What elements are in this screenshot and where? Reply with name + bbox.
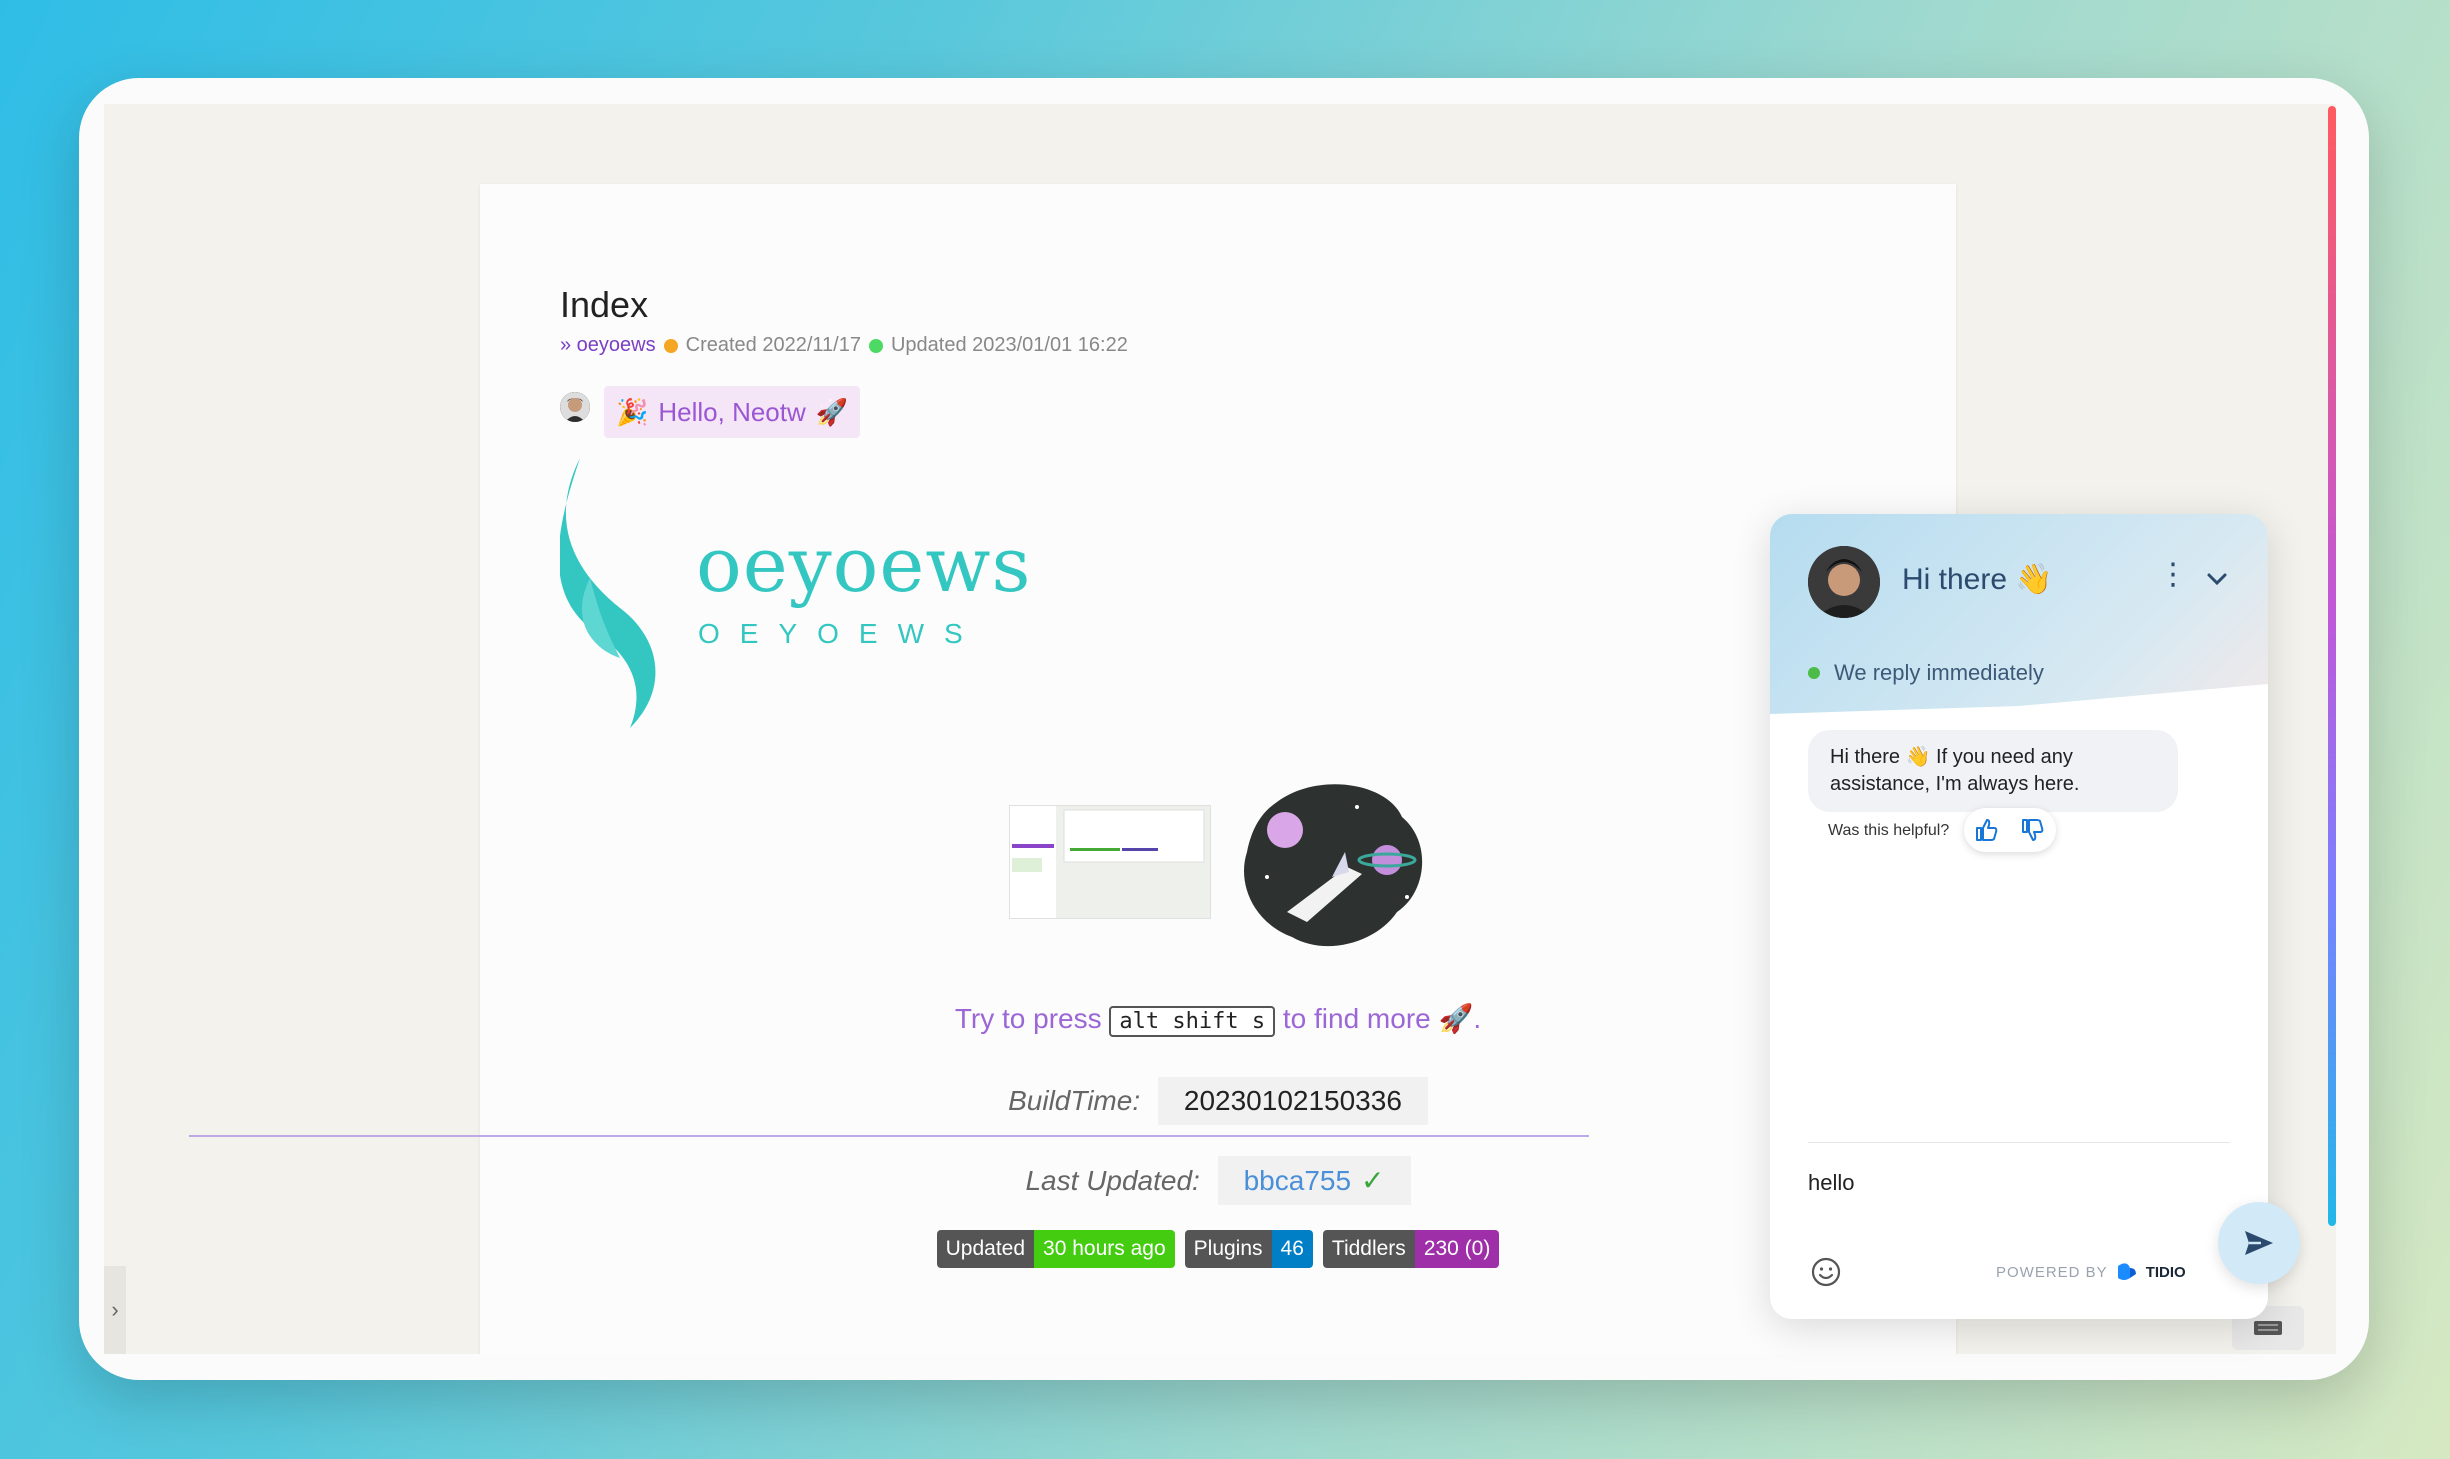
sidebar-toggle-button[interactable]: › [104, 1266, 126, 1354]
last-updated-label: Last Updated: [1025, 1165, 1200, 1196]
screenshot-thumbnail[interactable] [1009, 805, 1211, 919]
emoji-button[interactable] [1810, 1256, 1842, 1293]
tidio-brand: TIDIO [2145, 1263, 2186, 1281]
status-badges: Updated 30 hours ago Plugins 46 Tiddlers… [480, 1230, 1956, 1268]
tiddler-meta: » oeyoews Created 2022/11/17 Updated 202… [560, 334, 1128, 357]
badge-value: 30 hours ago [1034, 1230, 1175, 1268]
chat-message-bubble: Hi there 👋 If you need any assistance, I… [1808, 730, 2178, 812]
smiley-icon [1811, 1257, 1841, 1287]
created-date: Created 2022/11/17 [685, 334, 861, 356]
tiddler-card: Index » oeyoews Created 2022/11/17 Updat… [480, 184, 1956, 1354]
send-message-button[interactable] [2218, 1202, 2300, 1284]
tidio-logo-icon [2117, 1263, 2136, 1280]
chat-widget: Hi there 👋 ⋮ We reply immediately Hi the… [1770, 514, 2268, 1319]
badge-value: 230 (0) [1414, 1230, 1500, 1268]
badge-key: Tiddlers [1322, 1230, 1415, 1268]
rocket-icon: 🚀 [1438, 1003, 1474, 1034]
badge-value: 46 [1271, 1230, 1313, 1268]
greeting-badge: 🎉 Hello, Neotw 🚀 [604, 386, 861, 438]
keyboard-icon [2254, 1321, 2282, 1335]
more-options-icon[interactable]: ⋮ [2158, 560, 2188, 590]
badge-key: Updated [936, 1230, 1035, 1268]
rocket-icon: 🚀 [815, 396, 849, 427]
last-updated-row: Last Updated: bbca755 ✓ [480, 1156, 1956, 1205]
shortcut-key: alt shift s [1109, 1006, 1276, 1037]
vertical-scrollbar[interactable] [2328, 106, 2336, 1226]
breadcrumb-link[interactable]: » oeyoews [560, 334, 656, 357]
page-title: Index [560, 284, 649, 325]
powered-by[interactable]: POWERED BY TIDIO [1996, 1262, 2186, 1282]
chat-message-input[interactable]: hello [1808, 1170, 1854, 1196]
logo-wordmark: oeyoews [696, 520, 1032, 609]
flame-logo-icon [560, 458, 656, 728]
plugins-badge[interactable]: Plugins 46 [1184, 1230, 1313, 1268]
build-time-value: 20230102150336 [1157, 1077, 1428, 1125]
chevron-down-icon [2207, 573, 2227, 586]
updated-dot-icon [868, 338, 883, 353]
thumbs-up-icon[interactable] [1974, 817, 2000, 843]
online-dot-icon [1808, 667, 1820, 679]
build-time-row: BuildTime: 20230102150336 [480, 1077, 1956, 1125]
input-divider [1808, 1142, 2230, 1143]
chevron-right-icon: › [111, 1297, 119, 1322]
hint-text-before: Try to press [954, 1003, 1102, 1034]
updated-date: Updated 2023/01/01 16:22 [890, 334, 1128, 356]
logo-subtitle: OEYOEWS [698, 618, 983, 649]
shortcut-hint: Try to press alt shift s to find more 🚀. [480, 1002, 1956, 1037]
message-line: assistance, I'm always here. [1830, 773, 2080, 795]
chat-title: Hi there 👋 [1902, 563, 2053, 596]
collapse-chat-button[interactable] [2204, 566, 2230, 597]
send-icon [2245, 1231, 2273, 1255]
chat-agent-avatar [1808, 546, 1880, 618]
thumbs-down-icon[interactable] [2020, 817, 2046, 843]
status-text: We reply immediately [1834, 660, 2044, 685]
party-popper-icon: 🎉 [616, 396, 649, 427]
hint-period: . [1473, 1003, 1482, 1034]
commit-hash-link[interactable]: bbca755 [1244, 1165, 1351, 1196]
helpful-prompt: Was this helpful? [1828, 822, 1950, 839]
tiddlers-badge[interactable]: Tiddlers 230 (0) [1322, 1230, 1500, 1268]
site-logo: oeyoews OEYOEWS [560, 458, 1030, 728]
updated-badge[interactable]: Updated 30 hours ago [936, 1230, 1175, 1268]
badge-key: Plugins [1184, 1230, 1272, 1268]
chat-status: We reply immediately [1808, 660, 2044, 686]
avatar [560, 392, 590, 422]
hint-text-after: to find more [1282, 1003, 1431, 1034]
powered-by-label: POWERED BY [1996, 1263, 2108, 1281]
space-illustration [1237, 782, 1433, 952]
divider [189, 1135, 1589, 1137]
greeting-text: Hello, Neotw [658, 396, 806, 427]
message-line: Hi there 👋 If you need any [1830, 746, 2073, 768]
check-icon: ✓ [1361, 1165, 1385, 1196]
created-dot-icon [663, 338, 678, 353]
build-time-label: BuildTime: [1008, 1085, 1141, 1116]
feedback-buttons [1964, 808, 2056, 852]
